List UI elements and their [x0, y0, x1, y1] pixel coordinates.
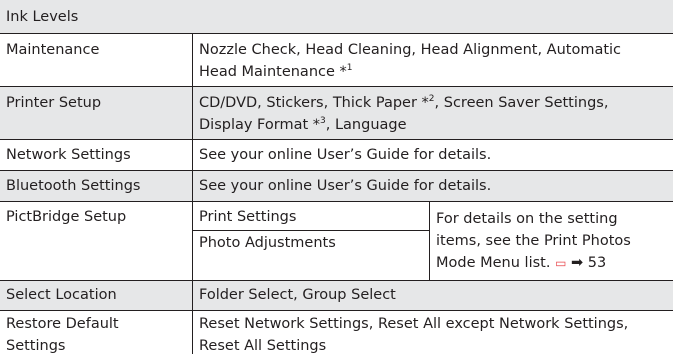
- pictbridge-setup-label-cell: PictBridge Setup: [0, 202, 192, 280]
- printer-setup-value-line1: CD/DVD, Stickers, Thick Paper *2, Screen…: [199, 92, 673, 114]
- print-settings-label: Print Settings: [199, 209, 297, 225]
- maintenance-value-cell: Nozzle Check, Head Cleaning, Head Alignm…: [193, 34, 673, 86]
- printer-setup-value-text: , Language: [325, 117, 407, 133]
- printer-setup-value-text: , Screen Saver Settings,: [434, 95, 609, 111]
- pictbridge-note-line1: For details on the setting: [436, 211, 618, 227]
- photo-adjustments-label: Photo Adjustments: [199, 235, 336, 251]
- bluetooth-settings-value: See your online User’s Guide for details…: [199, 178, 492, 194]
- maintenance-value-line2: Head Maintenance *1: [199, 61, 673, 83]
- pictbridge-note-line2: items, see the Print Photos: [436, 233, 631, 249]
- print-settings-cell: Print Settings: [193, 202, 429, 230]
- maintenance-value-line1: Nozzle Check, Head Cleaning, Head Alignm…: [199, 42, 622, 58]
- select-location-label-cell: Select Location: [0, 281, 192, 310]
- row-divider: [0, 86, 673, 87]
- row-divider: [193, 230, 430, 231]
- select-location-value: Folder Select, Group Select: [199, 287, 396, 303]
- settings-table: Ink Levels Maintenance Nozzle Check, Hea…: [0, 0, 673, 354]
- network-settings-label-cell: Network Settings: [0, 140, 192, 170]
- pictbridge-note-line3: Mode Menu list. ▭ ➡ 53: [436, 252, 673, 274]
- select-location-value-cell: Folder Select, Group Select: [193, 281, 673, 310]
- pictbridge-setup-label: PictBridge Setup: [6, 209, 127, 225]
- row-divider: [0, 280, 673, 281]
- ink-levels-label: Ink Levels: [6, 9, 79, 25]
- row-divider: [0, 33, 673, 34]
- maintenance-label: Maintenance: [6, 42, 100, 58]
- pictbridge-note-text: Mode Menu list.: [436, 255, 551, 271]
- network-settings-value-cell: See your online User’s Guide for details…: [193, 140, 673, 170]
- ink-levels-row: Ink Levels: [0, 0, 673, 33]
- select-location-label: Select Location: [6, 287, 117, 303]
- network-settings-value: See your online User’s Guide for details…: [199, 147, 492, 163]
- printer-setup-value-text: CD/DVD, Stickers, Thick Paper *: [199, 95, 429, 111]
- column-divider: [192, 34, 193, 354]
- network-settings-label: Network Settings: [6, 147, 131, 163]
- bluetooth-settings-label-cell: Bluetooth Settings: [0, 171, 192, 201]
- maintenance-label-cell: Maintenance: [0, 34, 192, 86]
- footnote-mark: 1: [346, 63, 353, 73]
- restore-default-value-line2: Reset All Settings: [199, 338, 327, 354]
- row-divider: [0, 170, 673, 171]
- restore-default-value-cell: Reset Network Settings, Reset All except…: [193, 311, 673, 354]
- bluetooth-settings-value-cell: See your online User’s Guide for details…: [193, 171, 673, 201]
- printer-setup-value-cell: CD/DVD, Stickers, Thick Paper *2, Screen…: [193, 87, 673, 139]
- arrow-right-icon: ➡: [571, 255, 584, 271]
- restore-default-label-line2: Settings: [6, 338, 66, 354]
- restore-default-label-cell: Restore Default Settings: [0, 311, 192, 354]
- maintenance-value-text: Head Maintenance *: [199, 64, 347, 80]
- photo-adjustments-cell: Photo Adjustments: [193, 231, 429, 280]
- printer-setup-label: Printer Setup: [6, 95, 102, 111]
- column-divider: [429, 202, 430, 280]
- restore-default-label-line1: Restore Default: [6, 316, 119, 332]
- bluetooth-settings-label: Bluetooth Settings: [6, 178, 141, 194]
- printer-setup-label-cell: Printer Setup: [0, 87, 192, 139]
- row-divider: [0, 310, 673, 311]
- restore-default-value-line1: Reset Network Settings, Reset All except…: [199, 316, 629, 332]
- book-icon: ▭: [555, 256, 567, 270]
- printer-setup-value-line2: Display Format *3, Language: [199, 114, 673, 136]
- printer-setup-value-text: Display Format *: [199, 117, 321, 133]
- row-divider: [0, 201, 673, 202]
- page-reference: 53: [587, 255, 607, 271]
- row-divider: [0, 139, 673, 140]
- pictbridge-note-cell: For details on the setting items, see th…: [430, 202, 673, 280]
